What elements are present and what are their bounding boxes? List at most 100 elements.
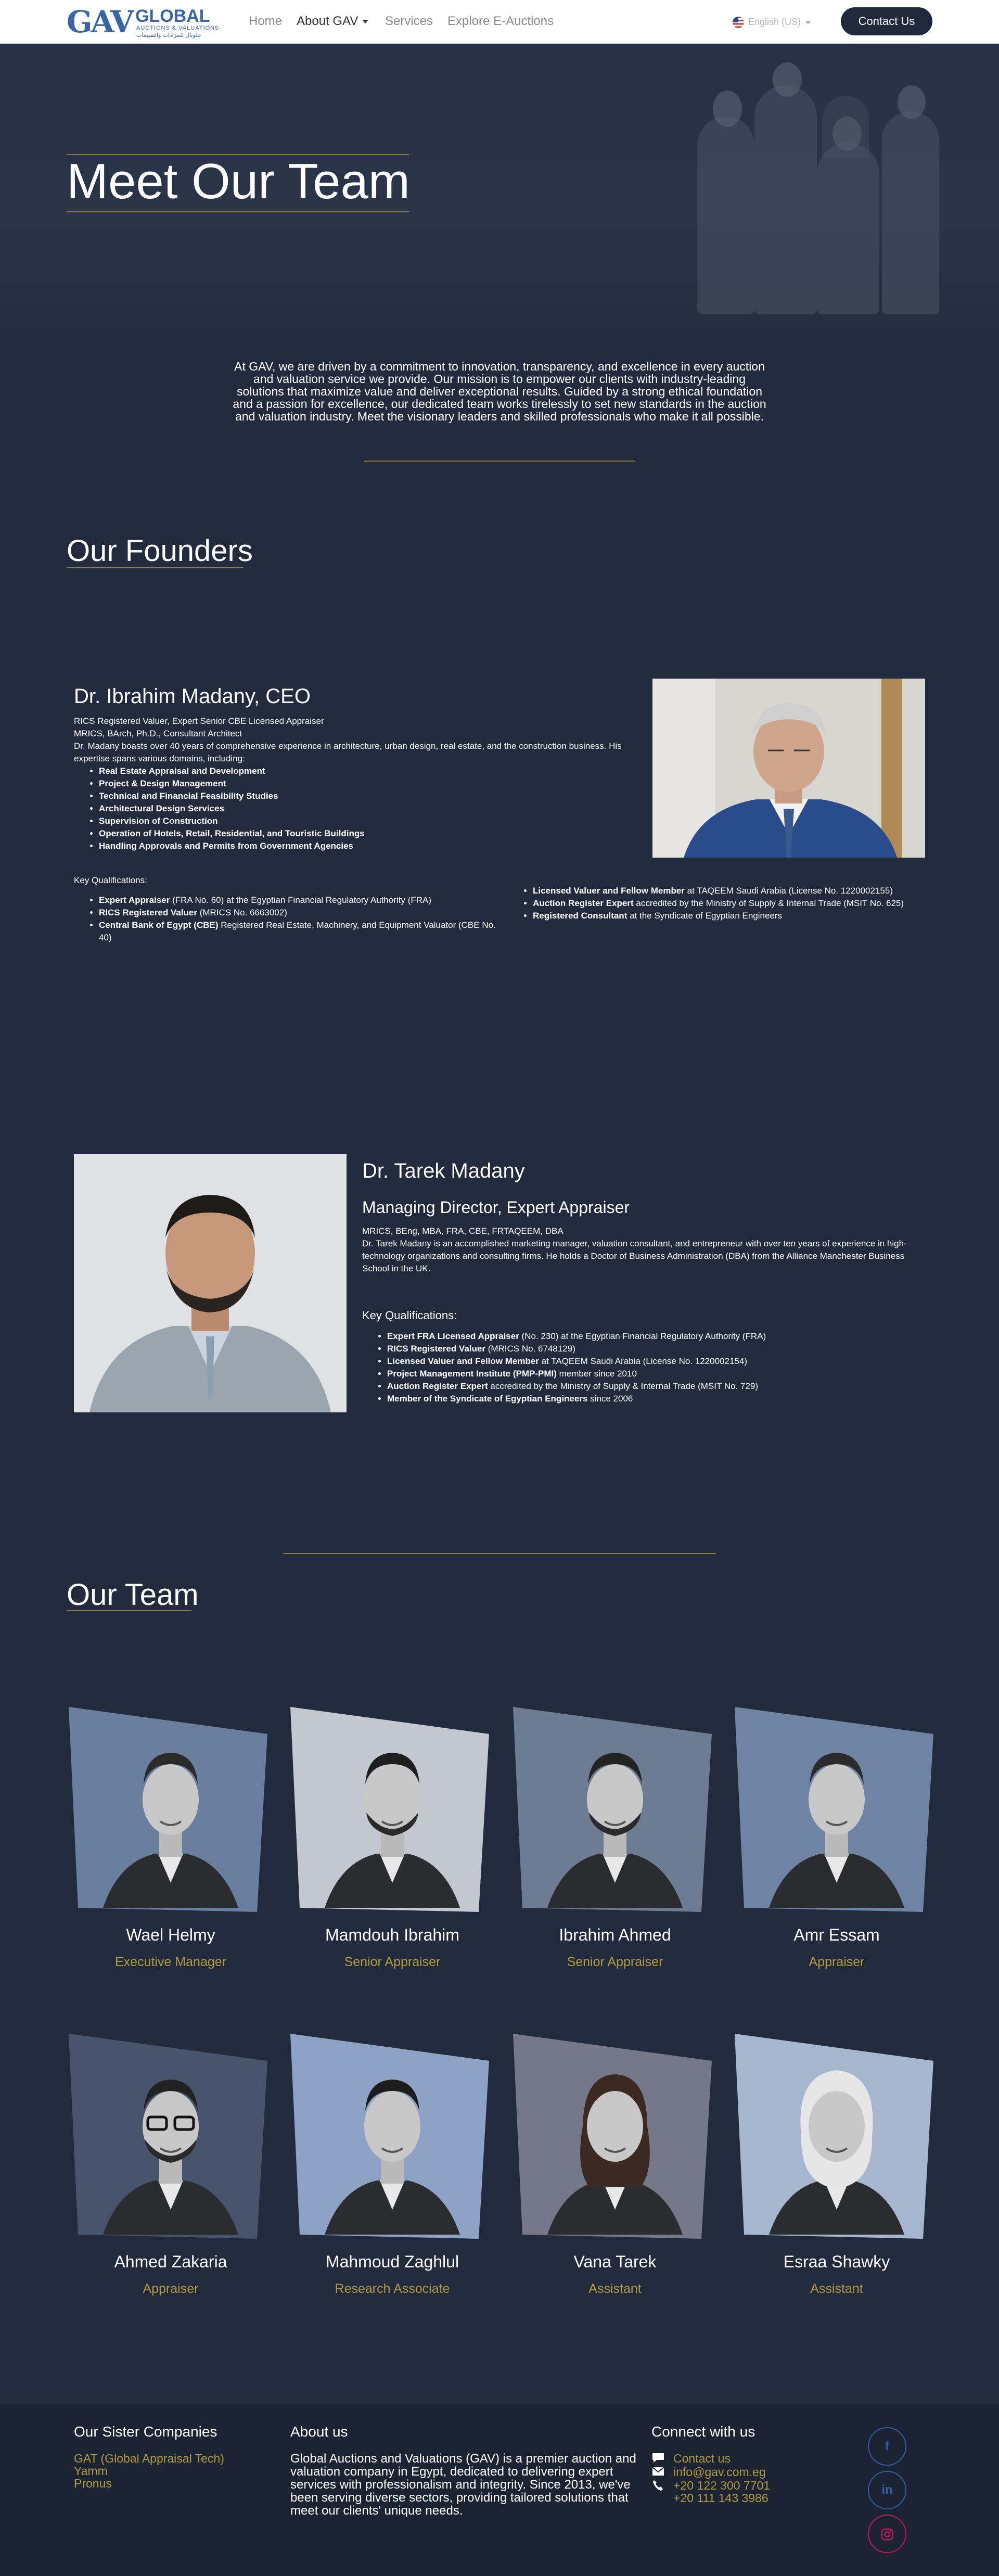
language-selector[interactable]: English (US) — [733, 16, 812, 29]
list-item: Expert Appraiser (FRA No. 60) at the Egy… — [99, 894, 501, 907]
list-item: Registered Consultant at the Syndicate o… — [533, 910, 924, 922]
nav-about-gav[interactable]: About GAV — [297, 14, 369, 29]
founder-bio: Dr. Tarek Madany is an accomplished mark… — [362, 1239, 907, 1273]
member-name: Wael Helmy — [126, 1925, 215, 1944]
nav-services[interactable]: Services — [385, 14, 433, 29]
member-role: Senior Appraiser — [344, 1955, 441, 1969]
facebook-icon[interactable]: f — [868, 2427, 906, 2466]
footer: Our Sister Companies GAT (Global Apprais… — [0, 2404, 999, 2576]
chat-icon — [652, 2453, 664, 2463]
founder-bio: Dr. Madany boasts over 40 years of compr… — [74, 741, 622, 763]
qualifications-left: Expert Appraiser (FRA No. 60) at the Egy… — [74, 894, 501, 944]
list-item: RICS Registered Valuer (MRICS No. 674812… — [387, 1343, 929, 1355]
contact-us-link[interactable]: Contact us — [673, 2452, 731, 2465]
envelope-icon — [652, 2467, 664, 2476]
key-qualifications-label: Key Qualifications: — [362, 1309, 457, 1322]
list-item: Member of the Syndicate of Egyptian Engi… — [387, 1393, 929, 1405]
list-item: Real Estate Appraisal and Development — [99, 765, 625, 777]
team-member-card: Ibrahim Ahmed Senior Appraiser — [511, 1706, 719, 1976]
list-item: Central Bank of Egypt (CBE) Registered R… — [99, 919, 501, 944]
team-member-card: Vana Tarek Assistant — [511, 2033, 719, 2303]
hero-bottom-line — [67, 211, 409, 212]
team-divider — [283, 1553, 716, 1554]
about-heading: About us — [290, 2424, 348, 2440]
member-photo — [513, 2034, 712, 2239]
member-name: Ahmed Zakaria — [114, 2252, 227, 2271]
member-name: Mahmoud Zaghlul — [325, 2252, 459, 2271]
phone-icon — [653, 2480, 663, 2491]
founder-credentials: MRICS, BEng, MBA, FRA, CBE, FRTAQEEM, DB… — [362, 1226, 563, 1236]
member-role: Research Associate — [335, 2281, 450, 2296]
team-member-card: Wael Helmy Executive Manager — [67, 1706, 275, 1976]
list-item: Operation of Hotels, Retail, Residential… — [99, 827, 625, 840]
qualifications-right: Licensed Valuer and Fellow Member at TAQ… — [508, 885, 924, 922]
list-item: Auction Register Expert accredited by th… — [387, 1380, 929, 1393]
gav-logo[interactable]: GAV GLOBAL AUCTIONS & VALUATIONS جلوبال … — [67, 3, 228, 41]
member-photo — [290, 2034, 489, 2239]
list-item: Licensed Valuer and Fellow Member at TAQ… — [533, 885, 924, 897]
member-role: Assistant — [588, 2281, 642, 2296]
founder-name: Dr. Tarek Madany — [362, 1159, 525, 1182]
sister-link-gat[interactable]: GAT (Global Appraisal Tech) — [74, 2452, 224, 2465]
logo-name: GLOBAL — [135, 6, 210, 26]
connect-heading: Connect with us — [651, 2424, 755, 2440]
member-role: Appraiser — [809, 1955, 865, 1969]
founder-degrees: MRICS, BArch, Ph.D., Consultant Architec… — [74, 729, 242, 738]
team-heading: Our Team — [67, 1578, 199, 1612]
founder-name: Dr. Ibrahim Madany, CEO — [74, 685, 311, 708]
list-item: Project & Design Management — [99, 777, 625, 790]
qualifications-list: Expert FRA Licensed Appraiser (No. 230) … — [362, 1330, 929, 1405]
member-photo — [69, 1707, 267, 1912]
team-member-card: Amr Essam Appraiser — [733, 1706, 941, 1976]
instagram-icon[interactable] — [868, 2515, 906, 2553]
page-title: Meet Our Team — [67, 154, 410, 209]
team-member-card: Ahmed Zakaria Appraiser — [67, 2033, 275, 2303]
member-name: Amr Essam — [793, 1925, 880, 1944]
phone-link-2[interactable]: +20 111 143 3986 — [673, 2492, 769, 2504]
contact-us-button[interactable]: Contact Us — [841, 7, 932, 35]
list-item: RICS Registered Valuer (MRICS No. 666300… — [99, 907, 501, 919]
founder-credentials: RICS Registered Valuer, Expert Senior CB… — [74, 716, 324, 726]
logo-arabic: جلوبال للمزادات والتقييمات — [136, 32, 201, 39]
intro-paragraph: At GAV, we are driven by a commitment to… — [233, 360, 766, 423]
nav-about-label: About GAV — [297, 14, 358, 28]
navbar: GAV GLOBAL AUCTIONS & VALUATIONS جلوبال … — [0, 0, 999, 44]
key-qualifications-label: Key Qualifications: — [74, 875, 147, 885]
chevron-down-icon — [362, 20, 369, 24]
us-flag-icon — [733, 17, 744, 29]
team-member-card: Mamdouh Ibrahim Senior Appraiser — [288, 1706, 496, 1976]
founder-photo — [74, 1154, 347, 1412]
member-name: Mamdouh Ibrahim — [325, 1925, 459, 1944]
founder-photo — [652, 679, 925, 858]
list-item: Licensed Valuer and Fellow Member at TAQ… — [387, 1355, 929, 1368]
sister-link-yamm[interactable]: Yamm — [74, 2465, 108, 2477]
team-underline — [67, 1610, 191, 1611]
member-name: Vana Tarek — [573, 2252, 657, 2271]
logo-subtitle: AUCTIONS & VALUATIONS — [136, 25, 220, 31]
phone-link-1[interactable]: +20 122 300 7701 — [673, 2479, 770, 2492]
founder-bio-block: MRICS, BEng, MBA, FRA, CBE, FRTAQEEM, DB… — [362, 1225, 929, 1275]
list-item: Supervision of Construction — [99, 815, 625, 827]
member-role: Appraiser — [143, 2281, 199, 2296]
sister-link-pronus[interactable]: Pronus — [74, 2477, 112, 2490]
member-role: Assistant — [810, 2281, 863, 2296]
team-member-card: Mahmoud Zaghlul Research Associate — [288, 2033, 496, 2303]
list-item: Architectural Design Services — [99, 802, 625, 815]
founder-bio-block: RICS Registered Valuer, Expert Senior CB… — [74, 715, 625, 852]
team-member-card: Esraa Shawky Assistant — [733, 2033, 941, 2303]
expertise-list: Real Estate Appraisal and Development Pr… — [74, 765, 625, 852]
linkedin-icon[interactable]: in — [868, 2471, 906, 2509]
member-photo — [735, 2034, 933, 2239]
member-role: Executive Manager — [114, 1955, 226, 1969]
member-photo — [735, 1707, 933, 1912]
nav-home[interactable]: Home — [249, 14, 282, 29]
email-link[interactable]: info@gav.com.eg — [673, 2466, 766, 2478]
hero-banner: Meet Our Team — [0, 44, 999, 328]
founder-role: Managing Director, Expert Appraiser — [362, 1198, 630, 1217]
chevron-down-icon — [805, 20, 812, 24]
member-role: Senior Appraiser — [567, 1955, 663, 1969]
founders-underline — [67, 567, 244, 568]
list-item: Auction Register Expert accredited by th… — [533, 897, 924, 910]
nav-explore-e-auctions[interactable]: Explore E-Auctions — [447, 14, 554, 29]
list-item: Technical and Financial Feasibility Stud… — [99, 790, 625, 802]
